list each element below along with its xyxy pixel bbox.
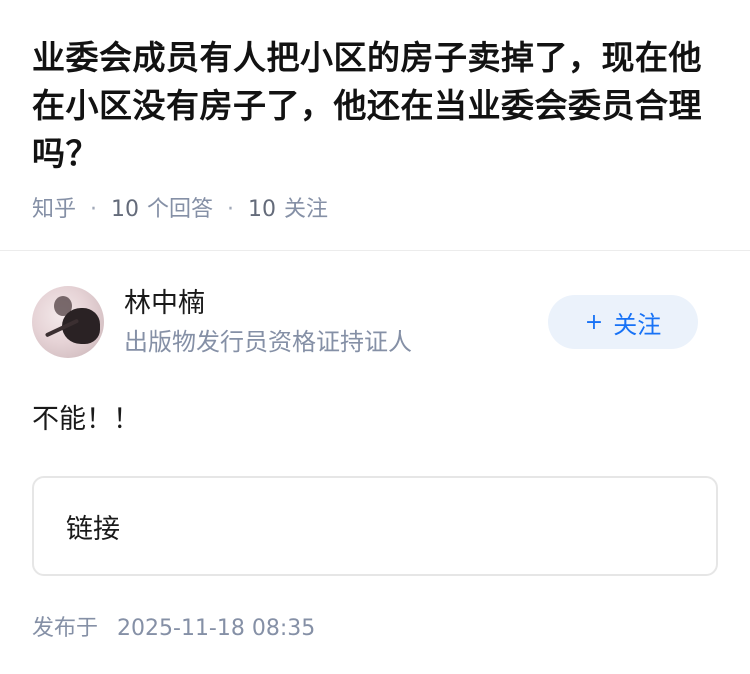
meta-separator: · (227, 197, 235, 222)
follower-count-label[interactable]: 关注 (284, 195, 328, 225)
author-name[interactable]: 林中楠 (124, 286, 548, 322)
author-info: 林中楠 出版物发行员资格证持证人 (124, 286, 548, 358)
author-row: 林中楠 出版物发行员资格证持证人 + 关注 (32, 268, 718, 376)
follower-count: 10 (248, 197, 277, 222)
question-header: 业委会成员有人把小区的房子卖掉了，现在他在小区没有房子了，他还在当业委会委员合理… (0, 0, 750, 225)
question-meta: 知乎 · 10 个回答 · 10 关注 (32, 195, 718, 225)
answer-count-label[interactable]: 个回答 (147, 195, 213, 225)
question-title[interactable]: 业委会成员有人把小区的房子卖掉了，现在他在小区没有房子了，他还在当业委会委员合理… (32, 34, 718, 178)
source-label[interactable]: 知乎 (32, 195, 76, 225)
publish-time: 发布于 2025-11-18 08:35 (32, 614, 718, 644)
published-label: 发布于 (32, 616, 99, 641)
plus-icon: + (584, 309, 604, 335)
answer-content: 不能！！ (32, 404, 140, 435)
avatar[interactable] (32, 286, 104, 358)
link-card-label: 链接 (66, 513, 120, 545)
follow-button-label: 关注 (613, 310, 662, 339)
meta-separator: · (90, 197, 98, 222)
divider (0, 250, 750, 251)
link-card[interactable]: 链接 (32, 476, 718, 576)
published-timestamp: 2025-11-18 08:35 (117, 616, 316, 641)
follow-button[interactable]: + 关注 (548, 295, 698, 349)
answer-count: 10 (111, 197, 140, 222)
answer-card: 林中楠 出版物发行员资格证持证人 + 关注 不能！！ 链接 发布于 2025-1… (0, 268, 750, 644)
author-bio: 出版物发行员资格证持证人 (124, 328, 412, 356)
